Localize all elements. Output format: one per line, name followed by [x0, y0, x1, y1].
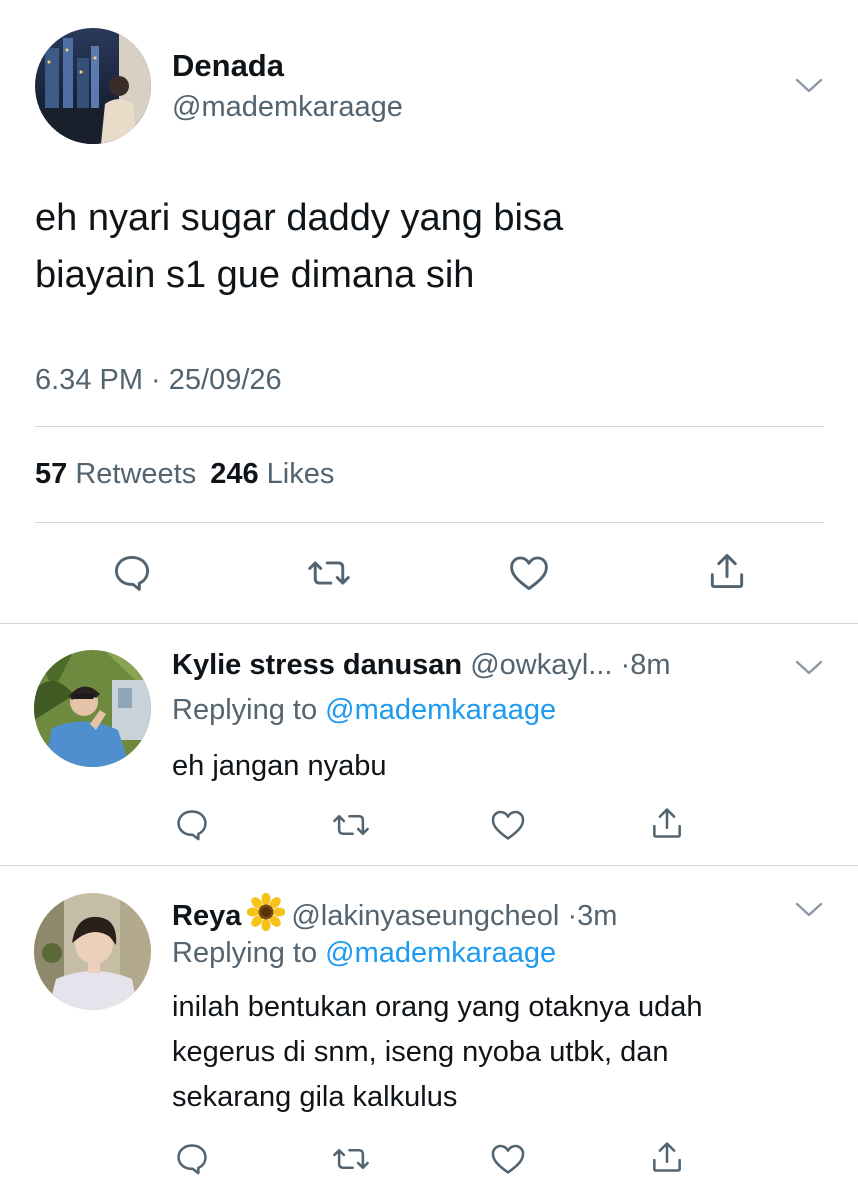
chevron-down-icon[interactable]: [794, 900, 824, 920]
reply-header: Reya @lakinyaseungcheol ·3m: [172, 893, 617, 933]
author-handle[interactable]: @mademkaraage: [172, 91, 403, 124]
reply-text-line: kegerus di snm, iseng nyoba utbk, dan: [172, 1036, 669, 1068]
replying-to: Replying to @mademkaraage: [172, 694, 556, 727]
author-avatar[interactable]: [35, 28, 151, 144]
likes-count: 246: [210, 458, 259, 490]
engagement-stats: 57 Retweets 246 Likes: [35, 458, 334, 491]
reply-header: Kylie stress danusan @owkayl... ·8m: [172, 649, 670, 682]
share-icon[interactable]: [705, 549, 749, 593]
tweet-text-line: eh nyari sugar daddy yang bisa: [35, 197, 564, 239]
divider: [35, 426, 824, 427]
retweet-icon[interactable]: [305, 551, 353, 595]
sunflower-emoji: [247, 893, 286, 931]
tweet-text: eh nyari sugar daddy yang bisa biayain s…: [35, 190, 825, 304]
retweets-stat[interactable]: 57 Retweets: [35, 458, 196, 490]
heart-icon[interactable]: [489, 1140, 527, 1178]
replying-to-label: Replying to: [172, 694, 318, 726]
reply-tweet[interactable]: Kylie stress danusan @owkayl... ·8m Repl…: [0, 624, 858, 865]
retweet-icon[interactable]: [330, 806, 372, 844]
reply-tweet[interactable]: Reya @lakinyaseungcheol ·3m Replying to @…: [0, 866, 858, 1200]
heart-icon[interactable]: [507, 551, 551, 595]
reply-icon[interactable]: [173, 806, 211, 844]
retweets-label: Retweets: [75, 458, 197, 490]
heart-icon[interactable]: [489, 806, 527, 844]
reply-icon[interactable]: [173, 1140, 211, 1178]
likes-label: Likes: [266, 458, 335, 490]
tweet-timestamp[interactable]: 6.34 PM · 25/09/26: [35, 364, 282, 397]
reply-text: inilah bentukan orang yang otaknya udah …: [172, 985, 822, 1120]
reply-author-name[interactable]: Reya: [172, 900, 241, 932]
share-icon[interactable]: [648, 1138, 686, 1176]
reply-avatar[interactable]: [34, 893, 151, 1010]
main-tweet: Denada @mademkaraage eh nyari sugar dadd…: [0, 0, 858, 622]
reply-author-handle[interactable]: @owkayl...: [470, 649, 612, 681]
reply-text-line: sekarang gila kalkulus: [172, 1081, 458, 1113]
reply-avatar[interactable]: [34, 650, 151, 767]
reply-text-line: inilah bentukan orang yang otaknya udah: [172, 991, 703, 1023]
reply-time[interactable]: ·3m: [567, 900, 617, 932]
chevron-down-icon[interactable]: [794, 658, 824, 678]
reply-icon[interactable]: [110, 551, 154, 595]
tweet-text-line: biayain s1 gue dimana sih: [35, 254, 475, 296]
retweets-count: 57: [35, 458, 68, 490]
share-icon[interactable]: [648, 804, 686, 842]
reply-author-handle[interactable]: @lakinyaseungcheol: [291, 900, 559, 932]
replying-to-label: Replying to: [172, 937, 318, 969]
author-name[interactable]: Denada: [172, 48, 284, 84]
reply-time[interactable]: ·8m: [621, 649, 671, 681]
likes-stat[interactable]: 246 Likes: [210, 458, 334, 490]
divider: [35, 522, 824, 523]
replying-to-handle[interactable]: @mademkaraage: [325, 694, 556, 726]
chevron-down-icon[interactable]: [794, 76, 824, 96]
replying-to: Replying to @mademkaraage: [172, 937, 556, 970]
reply-author-name[interactable]: Kylie stress danusan: [172, 649, 462, 681]
retweet-icon[interactable]: [330, 1140, 372, 1178]
replying-to-handle[interactable]: @mademkaraage: [325, 937, 556, 969]
reply-text: eh jangan nyabu: [172, 750, 387, 782]
